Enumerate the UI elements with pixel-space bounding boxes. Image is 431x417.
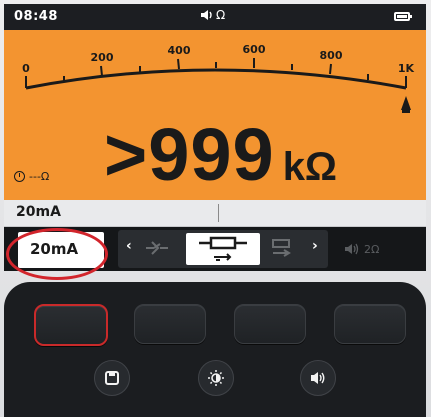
clock-time: 08:48 xyxy=(14,9,58,24)
reading-unit: kΩ xyxy=(282,145,338,189)
main-reading: >999 kΩ xyxy=(104,118,337,198)
function-key-4[interactable] xyxy=(334,304,406,344)
reading-value: >999 xyxy=(104,113,275,196)
softkey-buzzer-threshold[interactable]: 2Ω xyxy=(334,232,416,266)
clock-icon xyxy=(14,171,25,182)
function-key-3[interactable] xyxy=(234,304,306,344)
battery-icon xyxy=(394,12,412,21)
chevron-right-icon[interactable]: › xyxy=(312,238,318,254)
brightness-icon xyxy=(208,370,224,386)
function-key-1[interactable] xyxy=(34,304,108,346)
meter-screen: 08:48 Ω 0 200 400 600 800 1K >999 kΩ ---… xyxy=(0,0,431,417)
ohm-mode-indicator: Ω xyxy=(216,8,226,22)
scale-label-200: 200 xyxy=(91,51,114,64)
info-divider xyxy=(218,204,219,222)
keypad xyxy=(4,282,426,417)
scale-label-0: 0 xyxy=(22,62,30,75)
chevron-left-icon[interactable]: ‹ xyxy=(126,238,132,254)
mode-resistance-selected[interactable] xyxy=(186,233,260,265)
brightness-button[interactable] xyxy=(198,360,234,396)
scale-label-800: 800 xyxy=(320,49,343,62)
mode-reverse-icon[interactable] xyxy=(268,238,294,258)
highlight-annotation xyxy=(6,228,108,280)
sound-button[interactable] xyxy=(300,360,336,396)
mode-selector[interactable]: ‹ › xyxy=(118,230,328,268)
timer-reading: ---Ω xyxy=(14,170,49,183)
sound-icon xyxy=(311,372,325,384)
scale-label-1k: 1K xyxy=(398,62,415,75)
function-key-2[interactable] xyxy=(134,304,206,344)
mode-dc-icon[interactable] xyxy=(144,238,170,258)
save-icon xyxy=(105,371,119,385)
test-current-label: 20mA xyxy=(16,204,61,220)
measurement-display: 0 200 400 600 800 1K >999 kΩ ---Ω xyxy=(4,30,426,200)
buzzer-threshold-label: 2Ω xyxy=(364,242,380,256)
scale-label-600: 600 xyxy=(243,43,266,56)
info-line: 20mA xyxy=(4,200,426,227)
resistor-icon xyxy=(199,236,247,261)
continuity-buzzer-indicator: Ω xyxy=(200,8,225,22)
status-bar: 08:48 Ω xyxy=(4,4,426,30)
save-button[interactable] xyxy=(94,360,130,396)
buzzer-icon xyxy=(345,243,359,255)
scale-label-400: 400 xyxy=(168,44,191,57)
timer-value: ---Ω xyxy=(29,170,50,183)
speaker-icon xyxy=(201,10,212,20)
pointer-icon xyxy=(401,96,411,110)
